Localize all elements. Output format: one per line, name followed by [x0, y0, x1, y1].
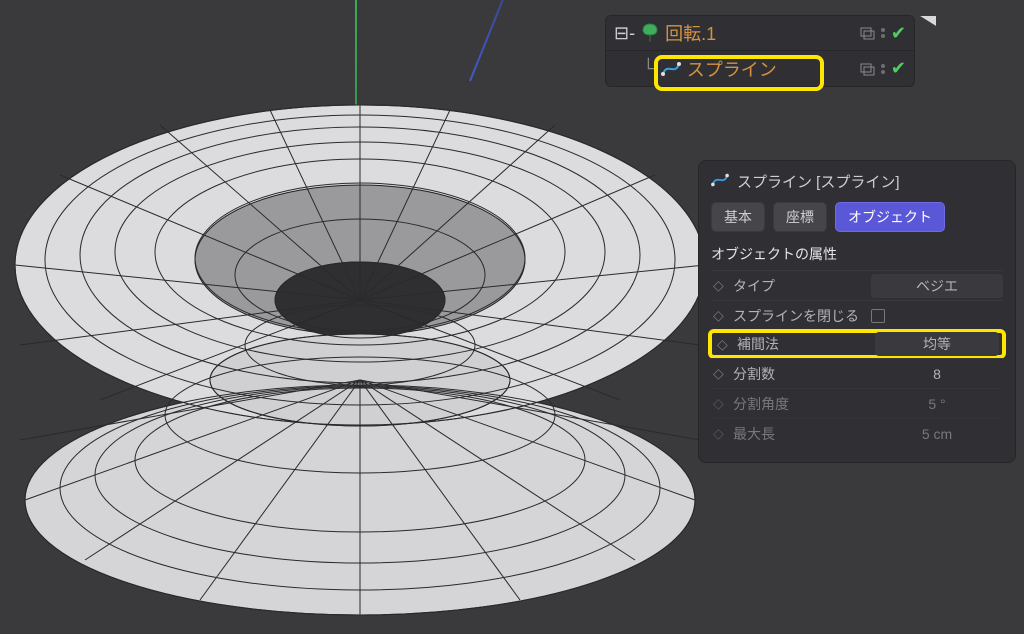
prop-label: 最大長	[733, 424, 863, 444]
prop-label: スプラインを閉じる	[733, 306, 863, 326]
tree-item-label: スプライン	[687, 56, 777, 82]
prop-label: 分割数	[733, 364, 863, 384]
tab-basic[interactable]: 基本	[711, 202, 765, 232]
keyframe-diamond-icon[interactable]: ◇	[713, 277, 725, 294]
type-dropdown[interactable]: ベジエ	[871, 274, 1003, 298]
keyframe-diamond-icon[interactable]: ◇	[713, 307, 725, 324]
spline-icon	[661, 60, 681, 78]
subdivisions-field[interactable]: 8	[871, 366, 1003, 382]
tab-object[interactable]: オブジェクト	[835, 202, 945, 232]
layers-icon[interactable]	[859, 25, 875, 41]
prop-close-spline: ◇ スプラインを閉じる	[711, 300, 1003, 330]
expand-icon[interactable]: ⊟-	[614, 23, 635, 44]
prop-label: 補間法	[737, 334, 867, 354]
wireframe-mesh	[0, 0, 760, 634]
visibility-check-icon[interactable]: ✔	[891, 58, 906, 79]
prop-type: ◇ タイプ ベジエ	[711, 270, 1003, 300]
maxlength-field: 5 cm	[871, 426, 1003, 442]
attributes-panel: スプライン [スプライン] 基本 座標 オブジェクト オブジェクトの属性 ◇ タ…	[698, 160, 1016, 463]
prop-label: 分割角度	[733, 394, 863, 414]
angle-field: 5 °	[871, 396, 1003, 412]
keyframe-diamond-icon[interactable]: ◇	[717, 336, 729, 353]
prop-angle: ◇ 分割角度 5 °	[711, 388, 1003, 418]
panel-title: スプライン [スプライン]	[737, 171, 900, 192]
flag-icon[interactable]	[917, 14, 939, 39]
visibility-check-icon[interactable]: ✔	[891, 23, 906, 44]
section-title: オブジェクトの属性	[711, 244, 1003, 264]
layers-icon[interactable]	[859, 61, 875, 77]
prop-maxlength: ◇ 最大長 5 cm	[711, 418, 1003, 448]
keyframe-diamond-icon: ◇	[713, 395, 725, 412]
close-spline-checkbox[interactable]	[871, 309, 885, 323]
prop-label: タイプ	[733, 276, 863, 296]
object-tree: ⊟- 回転.1 ✔ └ スプライン ✔	[605, 15, 915, 87]
spline-icon	[711, 172, 729, 192]
tab-coord[interactable]: 座標	[773, 202, 827, 232]
lathe-icon	[641, 23, 659, 43]
tree-item-label: 回転.1	[665, 20, 716, 46]
tree-item-spline[interactable]: └ スプライン ✔	[605, 51, 915, 87]
branch-icon: └	[642, 58, 655, 79]
prop-interpolation: ◇ 補間法 均等	[708, 329, 1006, 359]
keyframe-diamond-icon: ◇	[713, 425, 725, 442]
keyframe-diamond-icon[interactable]: ◇	[713, 365, 725, 382]
tree-item-lathe[interactable]: ⊟- 回転.1 ✔	[605, 15, 915, 51]
prop-subdivisions: ◇ 分割数 8	[711, 358, 1003, 388]
interpolation-dropdown[interactable]: 均等	[875, 332, 999, 356]
